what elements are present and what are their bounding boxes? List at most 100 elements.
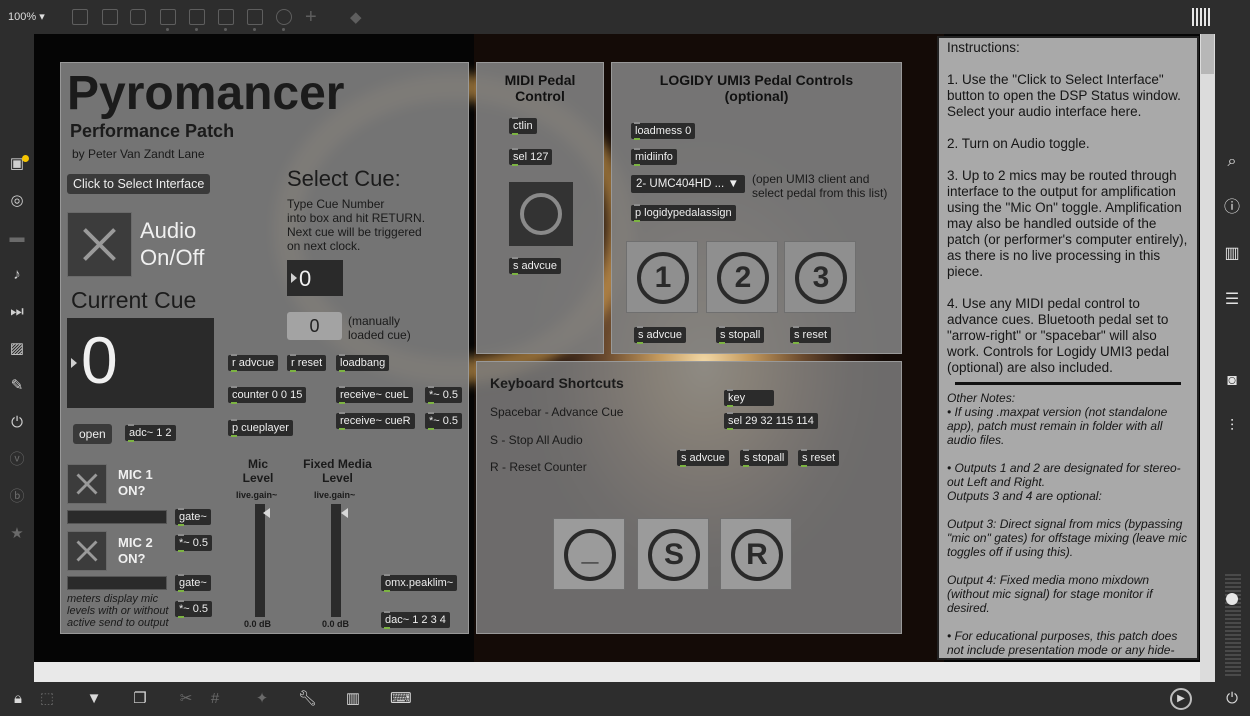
peaklim-object[interactable]: omx.peaklim~ bbox=[381, 574, 458, 592]
author-credit: by Peter Van Zandt Lane bbox=[72, 147, 205, 161]
logidy-send-advcue[interactable]: s advcue bbox=[634, 326, 687, 344]
presentation-icon[interactable] bbox=[72, 9, 88, 25]
shortcut-s: S - Stop All Audio bbox=[490, 433, 583, 447]
keyboard-shortcuts-panel bbox=[476, 361, 902, 634]
mic-level-slider[interactable] bbox=[255, 504, 265, 617]
zoom-value: 100% bbox=[8, 11, 37, 23]
pedal-1-label: 1 bbox=[637, 252, 689, 304]
add-object-icon[interactable]: + bbox=[305, 6, 317, 29]
search-icon[interactable]: ⌕ bbox=[1223, 153, 1241, 171]
logidy-send-reset[interactable]: s reset bbox=[790, 326, 832, 344]
fixed-media-label-2: Level bbox=[322, 471, 353, 485]
target-icon[interactable]: ◎ bbox=[9, 193, 25, 209]
device-note-1: (open UMI3 client and bbox=[752, 172, 870, 186]
manual-cue-note-1: (manually bbox=[348, 314, 401, 328]
midi-device-menu[interactable]: 2- UMC404HD ... ▼ bbox=[631, 175, 745, 193]
open-button[interactable]: open bbox=[73, 424, 112, 444]
mute-icon: ✂ bbox=[179, 690, 193, 707]
volume-meter bbox=[1225, 572, 1241, 676]
dac-object[interactable]: dac~ 1 2 3 4 bbox=[381, 611, 450, 629]
zoom-dropdown[interactable]: 100% ▾ bbox=[8, 10, 45, 23]
midi-send-advcue[interactable]: s advcue bbox=[509, 257, 562, 275]
reset-bang-button[interactable]: R bbox=[720, 518, 792, 590]
gate1-object[interactable]: gate~ bbox=[175, 508, 211, 526]
slider-object-icon[interactable] bbox=[247, 9, 263, 31]
list-icon[interactable]: ☰ bbox=[1223, 291, 1241, 309]
space-bang-button[interactable]: _ bbox=[553, 518, 625, 590]
meters-note-3: active send to output bbox=[67, 617, 169, 629]
logidy-pedal-3[interactable]: 3 bbox=[784, 241, 856, 313]
logidy-pedal-2[interactable]: 2 bbox=[706, 241, 778, 313]
mixer-icon[interactable]: ⫶ bbox=[1223, 418, 1241, 436]
fixed-slider-handle[interactable] bbox=[341, 508, 348, 518]
logidy-title-1: LOGIDY UMI3 Pedal Controls bbox=[659, 72, 854, 88]
play-icon[interactable]: ▶ bbox=[1170, 688, 1192, 710]
key-send-reset[interactable]: s reset bbox=[798, 449, 840, 467]
audio-toggle[interactable] bbox=[67, 212, 132, 277]
info-icon[interactable]: ⓘ bbox=[1223, 199, 1241, 217]
receive-cuel-object[interactable]: receive~ cueL bbox=[336, 386, 413, 404]
camera-icon[interactable]: ◙ bbox=[1223, 372, 1241, 390]
select-cue-input[interactable]: 0 bbox=[287, 260, 343, 296]
receive-cuer-object[interactable]: receive~ cueR bbox=[336, 412, 415, 430]
dial-object-icon[interactable] bbox=[276, 9, 292, 31]
paint-bucket-icon[interactable]: ◆ bbox=[350, 8, 362, 26]
music-note-icon[interactable]: ♪ bbox=[9, 267, 25, 283]
mul-mic2-object[interactable]: *~ 0.5 bbox=[175, 600, 213, 618]
toggle-object-icon[interactable] bbox=[160, 9, 176, 31]
gate2-object[interactable]: gate~ bbox=[175, 574, 211, 592]
presentation-mode-icon[interactable]: ▼ bbox=[85, 690, 103, 708]
adc-object[interactable]: adc~ 1 2 bbox=[125, 424, 176, 442]
instructions-divider bbox=[955, 382, 1181, 385]
key-object[interactable]: key bbox=[724, 389, 774, 407]
volume-handle[interactable] bbox=[1226, 593, 1238, 605]
midi-bang-button[interactable] bbox=[509, 182, 573, 246]
scrollbar-thumb[interactable] bbox=[1201, 34, 1214, 74]
logidy-send-stopall[interactable]: s stopall bbox=[716, 326, 765, 344]
keyboard-icon[interactable]: ⌨ bbox=[390, 690, 412, 708]
lock-icon[interactable]: 🔒︎ bbox=[9, 690, 27, 708]
piano-keys-icon[interactable]: ▥ bbox=[344, 690, 362, 708]
mic-slider-handle[interactable] bbox=[263, 508, 270, 518]
vertical-scrollbar[interactable] bbox=[1200, 34, 1215, 682]
midi-sel-object[interactable]: sel 127 bbox=[509, 148, 553, 166]
paperclip-icon[interactable]: ✎ bbox=[9, 378, 25, 394]
image-object-icon[interactable] bbox=[218, 9, 234, 31]
loadmess-object[interactable]: loadmess 0 bbox=[631, 122, 696, 140]
windows-icon[interactable]: ❐ bbox=[131, 690, 149, 708]
logidy-assign-object[interactable]: p logidypedalassign bbox=[631, 204, 736, 222]
key-send-advcue[interactable]: s advcue bbox=[677, 449, 730, 467]
key-sel-object[interactable]: sel 29 32 115 114 bbox=[724, 412, 818, 430]
mul-cuel-object[interactable]: *~ 0.5 bbox=[425, 386, 463, 404]
counter-object[interactable]: counter 0 0 15 bbox=[228, 386, 307, 404]
p-cueplayer-object[interactable]: p cueplayer bbox=[228, 419, 293, 437]
loadbang-object[interactable]: loadbang bbox=[336, 354, 390, 372]
r-reset-object[interactable]: r reset bbox=[287, 354, 327, 372]
button-object-icon[interactable] bbox=[189, 9, 205, 31]
mic2-toggle[interactable] bbox=[67, 531, 107, 571]
plug-icon[interactable]: ⏻ bbox=[9, 415, 25, 431]
midiinfo-object[interactable]: midiinfo bbox=[631, 148, 677, 166]
book-icon[interactable]: ▥ bbox=[1223, 245, 1241, 263]
r-advcue-object[interactable]: r advcue bbox=[228, 354, 279, 372]
fixed-media-slider[interactable] bbox=[331, 504, 341, 617]
max-object-icon[interactable] bbox=[102, 9, 118, 25]
ctlin-object[interactable]: ctlin bbox=[509, 117, 537, 135]
meters-note-1: meters display mic bbox=[67, 593, 159, 605]
grid-menu-icon[interactable] bbox=[1192, 8, 1212, 26]
select-interface-button[interactable]: Click to Select Interface bbox=[67, 174, 211, 194]
step-forward-icon[interactable]: ⏭ bbox=[9, 304, 25, 320]
comment-icon[interactable] bbox=[130, 9, 146, 25]
mul-mic1-object[interactable]: *~ 0.5 bbox=[175, 534, 213, 552]
snap-icon: ✦ bbox=[255, 690, 269, 707]
wrench-icon[interactable]: 🔧︎ bbox=[298, 690, 317, 708]
mic1-toggle[interactable] bbox=[67, 464, 107, 504]
stop-bang-button[interactable]: S bbox=[637, 518, 709, 590]
image-icon[interactable]: ▨ bbox=[9, 341, 25, 357]
logidy-pedal-1[interactable]: 1 bbox=[626, 241, 698, 313]
select-cue-help-4: on next clock. bbox=[287, 239, 361, 253]
power-icon[interactable]: ⏻ bbox=[1223, 690, 1241, 708]
key-send-stopall[interactable]: s stopall bbox=[740, 449, 789, 467]
audio-label-line1: Audio bbox=[140, 218, 197, 243]
mul-cuer-object[interactable]: *~ 0.5 bbox=[425, 412, 463, 430]
